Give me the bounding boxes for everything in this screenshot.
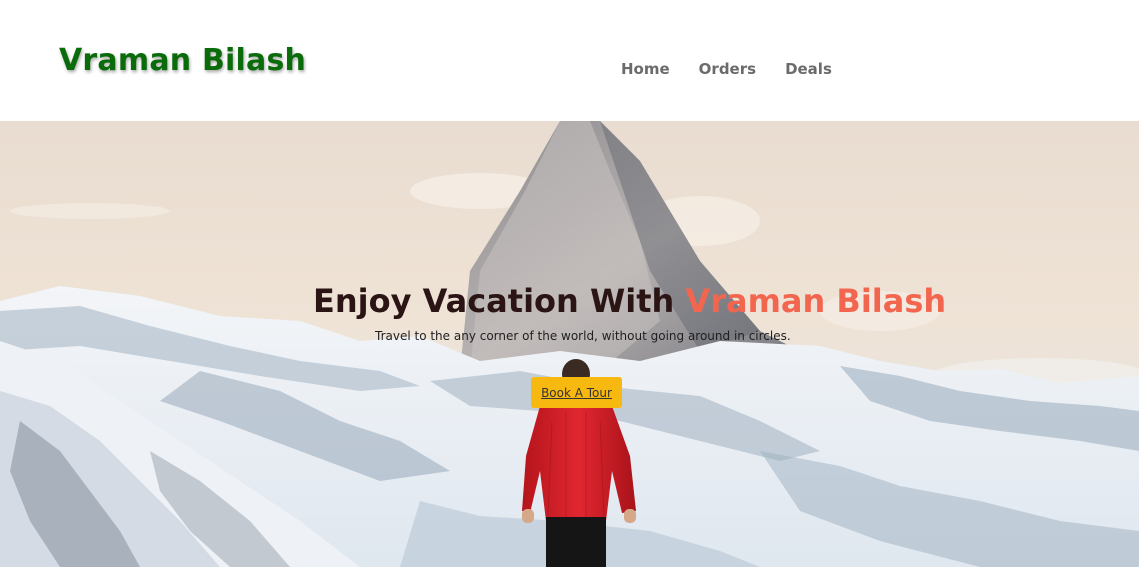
- hero-headline-accent: Vraman Bilash: [685, 282, 947, 320]
- site-logo[interactable]: Vraman Bilash: [59, 43, 306, 78]
- hero-headline-prefix: Enjoy Vacation With: [313, 282, 686, 320]
- hero-content: Enjoy Vacation With Vraman Bilash Travel…: [0, 121, 1139, 567]
- main-nav: Home Orders Deals: [621, 60, 832, 78]
- nav-home-link[interactable]: Home: [621, 60, 670, 78]
- hero-headline: Enjoy Vacation With Vraman Bilash: [313, 282, 946, 320]
- nav-orders-link[interactable]: Orders: [699, 60, 756, 78]
- hero-subtitle: Travel to the any corner of the world, w…: [375, 329, 791, 343]
- nav-deals-link[interactable]: Deals: [785, 60, 832, 78]
- book-a-tour-button[interactable]: Book A Tour: [531, 377, 622, 408]
- hero-banner: Enjoy Vacation With Vraman Bilash Travel…: [0, 121, 1139, 567]
- site-header: Vraman Bilash Home Orders Deals: [0, 0, 1139, 121]
